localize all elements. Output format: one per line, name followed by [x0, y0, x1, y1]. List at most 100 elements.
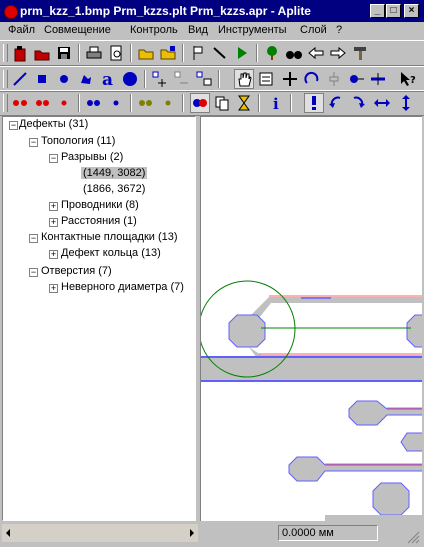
hourglass-icon[interactable]	[234, 93, 254, 113]
alert-icon[interactable]	[304, 93, 324, 113]
toolbar-view: i	[0, 90, 424, 116]
close-button[interactable]: ×	[404, 4, 419, 18]
tree-node-distances[interactable]: Расстояния (1)	[61, 215, 137, 227]
rotate-icon[interactable]	[302, 69, 322, 89]
menu-view[interactable]: Вид	[188, 24, 208, 36]
show-olive-single-icon[interactable]	[158, 93, 178, 113]
open-folder-blue-icon[interactable]	[158, 43, 178, 63]
rotate-cw-icon[interactable]	[348, 93, 368, 113]
pcb-trace-upper	[249, 297, 422, 323]
tree-node-ring-defect[interactable]: Дефект кольца (13)	[61, 247, 161, 259]
expand-toggle-root[interactable]: −	[9, 121, 18, 130]
coordinate-readout: 0.0000 мм	[278, 525, 378, 541]
info-icon[interactable]: i	[266, 93, 286, 113]
show-blue-pairs-icon[interactable]	[84, 93, 104, 113]
flip-vertical-icon[interactable]	[396, 93, 416, 113]
menu-tools[interactable]: Инструменты	[218, 24, 287, 36]
arrow-left-icon[interactable]	[306, 43, 326, 63]
link-icon[interactable]	[210, 43, 230, 63]
text-tool-icon[interactable]: a	[98, 69, 118, 89]
rectangle-tool-icon[interactable]	[32, 69, 52, 89]
move-icon[interactable]	[280, 69, 300, 89]
menu-file[interactable]: Файл	[8, 24, 35, 36]
toggle-compare-icon[interactable]	[190, 93, 210, 113]
node-connect-icon[interactable]	[346, 69, 366, 89]
delete-node-icon[interactable]	[172, 69, 192, 89]
expand-toggle-wrong-diameter[interactable]: +	[49, 284, 58, 293]
show-olive-pairs-icon[interactable]	[136, 93, 156, 113]
minimize-button[interactable]: _	[370, 4, 385, 18]
expand-toggle-topology[interactable]: −	[29, 138, 38, 147]
show-red-pairs-icon[interactable]	[10, 93, 30, 113]
toolbar-main	[0, 40, 424, 66]
show-red-small-icon[interactable]	[32, 93, 52, 113]
tree-node-conductors[interactable]: Проводники (8)	[61, 199, 139, 211]
tree-node-wrong-diameter[interactable]: Неверного диаметра (7)	[61, 281, 184, 293]
tree-node-break-2[interactable]: (1866, 3672)	[83, 183, 145, 195]
line-tool-icon[interactable]	[10, 69, 30, 89]
pcb-trace-bottom	[325, 515, 422, 521]
show-red-single-icon[interactable]	[54, 93, 74, 113]
pcb-drawing	[201, 280, 422, 521]
print-icon[interactable]	[84, 43, 104, 63]
binoculars-icon[interactable]	[284, 43, 304, 63]
tree-node-breaks[interactable]: Разрывы (2)	[61, 151, 123, 163]
align-icon[interactable]	[324, 69, 344, 89]
expand-toggle-breaks[interactable]: −	[49, 154, 58, 163]
menu-bar: Файл Совмещение Контроль Вид Инструменты…	[0, 22, 424, 40]
move-node-icon[interactable]	[194, 69, 214, 89]
tree-node-topology[interactable]: Топология (11)	[41, 135, 115, 147]
pcb-pad-lower-3	[288, 456, 422, 482]
tree-node-pads[interactable]: Контактные площадки (13)	[41, 231, 178, 243]
pcb-pad-lower-2	[400, 432, 422, 452]
pcb-pad-right	[406, 314, 422, 348]
new-icon[interactable]	[10, 43, 30, 63]
flag-icon[interactable]	[188, 43, 208, 63]
open-folder-icon[interactable]	[136, 43, 156, 63]
properties-icon[interactable]	[256, 69, 276, 89]
play-icon[interactable]	[232, 43, 252, 63]
page-layers-icon[interactable]	[212, 93, 232, 113]
resize-grip-icon[interactable]	[404, 528, 420, 544]
tree-node-defects[interactable]: Дефекты (31)	[19, 118, 88, 130]
pcb-pad-lower-1	[348, 400, 422, 426]
defect-tree: − Дефекты (31) − Топология (11) − Разрыв…	[2, 116, 196, 521]
split-icon[interactable]	[368, 69, 388, 89]
open-red-icon[interactable]	[32, 43, 52, 63]
show-blue-single-icon[interactable]	[106, 93, 126, 113]
flip-horizontal-icon[interactable]	[372, 93, 392, 113]
help-pointer-icon[interactable]: ?	[398, 69, 418, 89]
rotate-ccw-icon[interactable]	[326, 93, 346, 113]
hand-pan-icon[interactable]	[234, 69, 254, 89]
expand-toggle-pads[interactable]: −	[29, 234, 38, 243]
print-preview-icon[interactable]	[106, 43, 126, 63]
menu-help[interactable]: ?	[336, 24, 342, 36]
hammer-icon[interactable]	[350, 43, 370, 63]
arrow-right-icon[interactable]	[328, 43, 348, 63]
toolbar-draw: a ?	[0, 66, 424, 92]
pcb-canvas[interactable]	[200, 116, 422, 521]
point-tool-icon[interactable]	[54, 69, 74, 89]
expand-toggle-conductors[interactable]: +	[49, 202, 58, 211]
tree-icon[interactable]	[262, 43, 282, 63]
app-icon	[4, 5, 18, 19]
menu-alignment[interactable]: Совмещение	[44, 24, 111, 36]
window-title: prm_kzz_1.bmp Prm_kzzs.plt Prm_kzzs.apr …	[20, 4, 311, 18]
add-node-icon[interactable]	[150, 69, 170, 89]
polygon-tool-icon[interactable]	[76, 69, 96, 89]
maximize-button[interactable]: □	[386, 4, 401, 18]
expand-toggle-holes[interactable]: −	[29, 268, 38, 277]
tree-node-break-1[interactable]: (1449, 3082)	[81, 167, 148, 179]
menu-control[interactable]: Контроль	[130, 24, 178, 36]
tree-node-holes[interactable]: Отверстия (7)	[41, 265, 112, 277]
expand-toggle-ring-defect[interactable]: +	[49, 250, 58, 259]
pcb-pad-left	[228, 314, 266, 348]
expand-toggle-distances[interactable]: +	[49, 218, 58, 227]
save-icon[interactable]	[54, 43, 74, 63]
tree-scrollbar[interactable]	[2, 524, 198, 542]
pcb-ground-band	[201, 357, 422, 381]
svg-text:a: a	[102, 70, 113, 89]
circle-tool-icon[interactable]	[120, 69, 140, 89]
pcb-pad-lower-4	[372, 482, 410, 516]
menu-layer[interactable]: Слой	[300, 24, 327, 36]
